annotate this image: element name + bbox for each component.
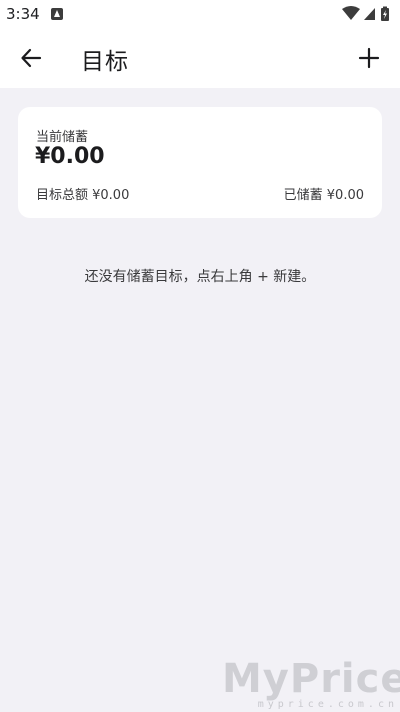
- app-bar: 目标: [0, 28, 400, 88]
- savings-summary-card: 当前储蓄 ¥0.00 目标总额 ¥0.00 已储蓄 ¥0.00: [18, 107, 382, 218]
- page-title: 目标: [81, 49, 129, 75]
- arrow-left-icon: [21, 48, 42, 68]
- add-goal-button[interactable]: [352, 41, 386, 75]
- wifi-icon: [342, 6, 360, 20]
- plus-icon: [358, 47, 380, 69]
- empty-state-message: 还没有储蓄目标，点右上角 + 新建。: [84, 269, 316, 285]
- back-button[interactable]: [14, 41, 48, 75]
- status-icons: [342, 5, 392, 23]
- current-savings-amount: ¥0.00: [35, 144, 105, 169]
- battery-icon: [381, 6, 389, 21]
- watermark-logo: MyPrice: [222, 656, 400, 702]
- target-total-text: 目标总额 ¥0.00: [36, 188, 130, 203]
- status-time: 3:34: [6, 5, 40, 23]
- saved-amount-text: 已储蓄 ¥0.00: [283, 188, 364, 203]
- current-savings-label: 当前储蓄: [36, 130, 89, 145]
- notification-app-icon: [51, 8, 63, 20]
- watermark: MyPrice myprice.com.cn: [222, 656, 400, 710]
- cellular-signal-icon: [364, 8, 375, 20]
- status-bar: 3:34: [0, 0, 400, 28]
